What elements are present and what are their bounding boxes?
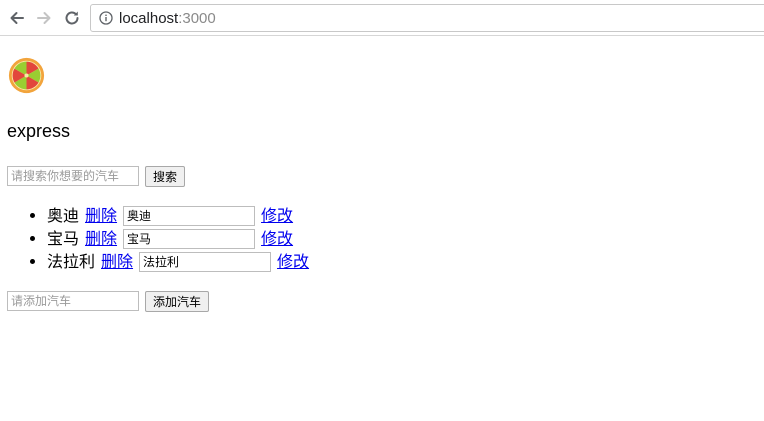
info-icon[interactable] bbox=[99, 11, 113, 25]
page-title: express bbox=[7, 121, 71, 141]
search-form: 搜索 bbox=[7, 166, 186, 187]
forward-button[interactable] bbox=[33, 7, 55, 29]
modify-link[interactable]: 修改 bbox=[261, 227, 293, 250]
edit-car-input[interactable] bbox=[123, 205, 256, 226]
add-car-input[interactable] bbox=[7, 291, 139, 311]
browser-toolbar: localhost:3000 bbox=[0, 0, 764, 36]
search-button[interactable]: 搜索 bbox=[145, 166, 186, 187]
list-item: 奥迪 删除 修改 bbox=[47, 204, 315, 227]
url-text: localhost:3000 bbox=[119, 10, 216, 27]
list-item: 法拉利 删除 修改 bbox=[47, 250, 315, 273]
car-name: 奥迪 bbox=[47, 206, 80, 225]
arrow-left-icon bbox=[10, 12, 24, 24]
car-name: 宝马 bbox=[47, 229, 80, 248]
car-name: 法拉利 bbox=[47, 252, 96, 271]
list-item: 宝马 删除 修改 bbox=[47, 227, 315, 250]
reload-icon bbox=[65, 11, 79, 25]
modify-link[interactable]: 修改 bbox=[277, 250, 309, 273]
delete-link[interactable]: 删除 bbox=[85, 204, 117, 227]
delete-link[interactable]: 删除 bbox=[85, 227, 117, 250]
search-input[interactable] bbox=[7, 166, 139, 186]
citrus-logo-icon bbox=[8, 57, 45, 94]
arrow-right-icon bbox=[37, 12, 51, 24]
edit-car-input[interactable] bbox=[123, 228, 256, 249]
back-button[interactable] bbox=[6, 7, 28, 29]
url-host: localhost bbox=[119, 9, 179, 27]
add-car-button[interactable]: 添加汽车 bbox=[145, 291, 210, 312]
address-bar[interactable]: localhost:3000 bbox=[90, 4, 764, 32]
edit-car-input[interactable] bbox=[139, 251, 272, 272]
delete-link[interactable]: 删除 bbox=[101, 250, 133, 273]
add-car-form: 添加汽车 bbox=[7, 291, 210, 312]
car-list: 奥迪 删除 修改 宝马 删除 修改 法拉利 删除 修改 bbox=[0, 204, 315, 273]
reload-button[interactable] bbox=[61, 7, 83, 29]
url-port: :3000 bbox=[178, 9, 216, 27]
modify-link[interactable]: 修改 bbox=[261, 204, 293, 227]
